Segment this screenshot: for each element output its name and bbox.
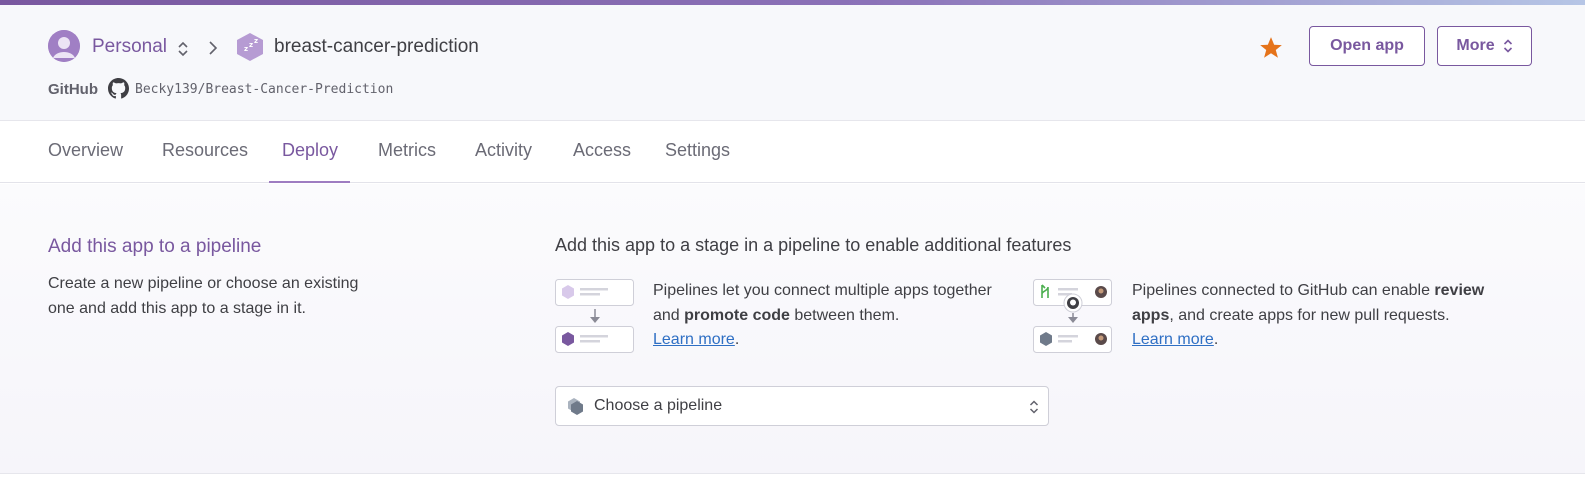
feature-period: . — [734, 331, 740, 348]
tab-settings[interactable]: Settings — [665, 140, 730, 161]
app-name: breast-cancer-prediction — [274, 36, 479, 57]
feature-period: . — [1213, 331, 1219, 348]
more-button[interactable]: More — [1437, 26, 1532, 66]
tab-deploy[interactable]: Deploy — [282, 140, 338, 161]
section-description: Create a new pipeline or choose an exist… — [48, 275, 359, 317]
feature-bold-text: promote code — [684, 306, 790, 324]
svg-text:z: z — [244, 45, 248, 53]
pipeline-promote-illustration-icon — [555, 279, 634, 353]
account-name[interactable]: Personal — [92, 36, 167, 58]
section-title: Add this app to a pipeline — [48, 236, 262, 257]
feature-text: between them. — [789, 306, 900, 324]
learn-more-link[interactable]: Learn more — [1132, 331, 1214, 348]
sleeping-app-hexagon-icon: z z z — [237, 33, 263, 61]
star-icon[interactable] — [1258, 35, 1284, 61]
svg-text:z: z — [249, 41, 253, 49]
svg-text:z: z — [254, 37, 258, 45]
pipeline-select-label: Choose a pipeline — [594, 397, 723, 414]
github-icon — [108, 78, 129, 99]
up-down-chevron-icon[interactable] — [176, 40, 190, 58]
up-down-chevron-icon — [1503, 39, 1512, 53]
learn-more-link[interactable]: Learn more — [653, 331, 735, 348]
choose-pipeline-select[interactable]: Choose a pipeline — [555, 386, 1049, 426]
app-header: Personal z z z breast-cancer-prediction … — [0, 5, 1585, 121]
tab-metrics[interactable]: Metrics — [378, 140, 436, 161]
app-tabs: Overview Resources Deploy Metrics Activi… — [0, 121, 1585, 183]
feature-promote-code: Pipelines let you connect multiple apps … — [653, 279, 998, 353]
active-tab-indicator — [269, 181, 350, 183]
pipeline-icon — [568, 398, 583, 415]
feature-review-apps: Pipelines connected to GitHub can enable… — [1132, 279, 1512, 353]
tab-access[interactable]: Access — [573, 140, 631, 161]
tab-resources[interactable]: Resources — [162, 140, 248, 161]
user-avatar-icon[interactable] — [48, 30, 80, 62]
tab-activity[interactable]: Activity — [475, 140, 532, 161]
chevron-right-icon — [209, 41, 218, 55]
review-apps-illustration-icon — [1033, 279, 1112, 353]
github-label: GitHub — [48, 81, 98, 98]
feature-text: Pipelines connected to GitHub can enable — [1132, 282, 1435, 299]
feature-text: , and create apps for new pull requests. — [1169, 306, 1450, 324]
pipeline-section: Add this app to a pipeline Create a new … — [0, 184, 1585, 474]
up-down-chevron-icon — [1029, 400, 1039, 414]
more-button-label: More — [1456, 37, 1495, 54]
open-app-button[interactable]: Open app — [1309, 26, 1425, 66]
features-heading: Add this app to a stage in a pipeline to… — [555, 235, 1072, 255]
github-repo-link[interactable]: Becky139/Breast-Cancer-Prediction — [135, 82, 393, 97]
tab-overview[interactable]: Overview — [48, 140, 123, 161]
